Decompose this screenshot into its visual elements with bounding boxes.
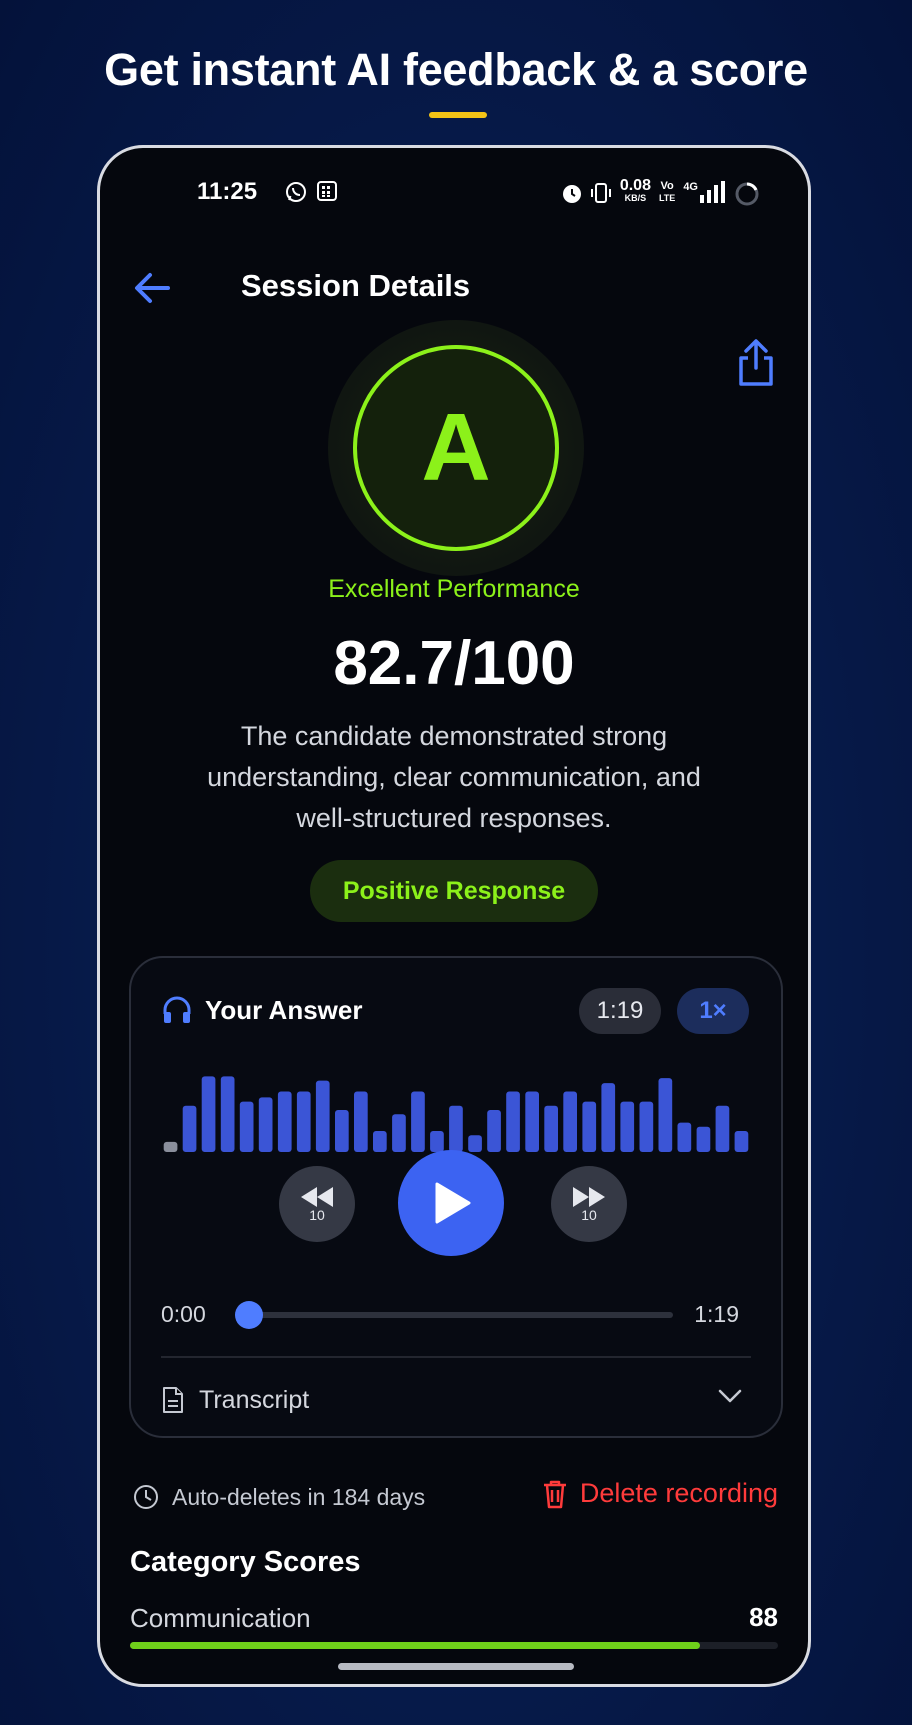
- battery-ring-icon: [734, 181, 759, 206]
- category-label: Communication: [130, 1603, 311, 1633]
- auto-delete-text: Auto-deletes in 184 days: [172, 1483, 426, 1510]
- waveform-bar: [182, 1105, 197, 1152]
- network-type: 4G: [683, 181, 698, 193]
- volte-icon: Vo LTE: [659, 180, 675, 204]
- home-indicator[interactable]: [338, 1663, 574, 1670]
- feedback-summary: The candidate demonstrated strong unders…: [207, 721, 701, 833]
- skip-back-seconds: 10: [309, 1207, 325, 1223]
- waveform-bar: [296, 1091, 311, 1152]
- data-speed-icon: 0.08 KB/S: [619, 177, 651, 204]
- play-icon: [435, 1182, 471, 1224]
- waveform-bar: [506, 1091, 520, 1152]
- volte-bottom: LTE: [658, 193, 676, 203]
- waveform-bar: [220, 1076, 235, 1152]
- performance-label: Excellent Performance: [328, 575, 580, 603]
- waveform-bar: [525, 1091, 539, 1152]
- grade-badge: A: [353, 345, 559, 551]
- seek-track[interactable]: [243, 1312, 673, 1318]
- card-header: Your Answer: [161, 994, 362, 1026]
- headline-underline: [429, 112, 487, 118]
- skip-forward-button[interactable]: 10: [551, 1166, 627, 1242]
- category-bar-fill: [130, 1642, 701, 1649]
- fast-forward-icon: [573, 1187, 605, 1207]
- page-title: Session Details: [241, 268, 471, 303]
- waveform-bar: [658, 1078, 673, 1152]
- waveform-bar: [715, 1105, 730, 1152]
- data-speed-value: 0.08: [619, 177, 651, 194]
- waveform-bar: [354, 1091, 368, 1152]
- answer-player-card: Your Answer 1:19 1× 10 10 0:00 1:19 Tran…: [129, 956, 783, 1438]
- waveform-bar: [601, 1083, 616, 1152]
- waveform-bar: [201, 1076, 216, 1152]
- waveform-bar: [487, 1110, 501, 1152]
- headphones-icon: [163, 996, 191, 1023]
- waveform-bar: [544, 1105, 558, 1152]
- waveform-bar: [620, 1101, 635, 1152]
- audio-waveform[interactable]: [161, 1062, 751, 1152]
- delete-recording-label: Delete recording: [579, 1478, 778, 1508]
- waveform-bar: [277, 1091, 292, 1152]
- skip-back-button[interactable]: 10: [279, 1166, 355, 1242]
- document-icon: [163, 1387, 183, 1413]
- card-title: Your Answer: [205, 994, 363, 1025]
- seek-thumb[interactable]: [235, 1301, 263, 1329]
- play-button[interactable]: [398, 1150, 504, 1256]
- waveform-bar: [563, 1091, 577, 1152]
- waveform-bar: [392, 1114, 406, 1152]
- clock-icon: [134, 1485, 158, 1509]
- category-score: 88: [749, 1602, 778, 1632]
- arrow-left-icon: [135, 273, 170, 303]
- waveform-bar: [315, 1080, 330, 1152]
- alarm-icon: [560, 181, 582, 203]
- duration-chip: 1:19: [579, 988, 661, 1034]
- volte-top: Vo: [660, 180, 674, 192]
- total-time: 1:19: [694, 1301, 739, 1327]
- back-button[interactable]: [130, 266, 174, 310]
- waveform-bar: [411, 1091, 425, 1152]
- transcript-toggle[interactable]: Transcript: [161, 1376, 751, 1424]
- share-icon: [739, 339, 773, 386]
- overall-score: 82.7/100: [333, 629, 575, 698]
- trash-icon: [543, 1480, 566, 1508]
- top-app-bar: Session Details: [100, 248, 808, 320]
- waveform-bar: [335, 1110, 349, 1152]
- share-button[interactable]: [734, 338, 778, 388]
- waveform-bar: [258, 1097, 273, 1152]
- current-time: 0:00: [161, 1301, 206, 1327]
- sentiment-badge: Positive Response: [310, 860, 598, 922]
- category-bar: [130, 1642, 778, 1649]
- waveform-bar: [239, 1101, 254, 1152]
- waveform-bar: [582, 1101, 597, 1152]
- grade-letter: A: [421, 394, 491, 501]
- status-time: 11:25: [197, 178, 258, 205]
- skip-forward-seconds: 10: [581, 1207, 597, 1223]
- delete-recording-button[interactable]: Delete recording: [542, 1478, 778, 1509]
- headline: Get instant AI feedback & a score: [104, 44, 808, 95]
- playback-controls: 10 10: [131, 1148, 781, 1258]
- waveform-bar: [449, 1105, 463, 1152]
- status-right-icons: 0.08 KB/S Vo LTE 4G: [560, 177, 759, 206]
- status-left-icons: [284, 180, 338, 202]
- rewind-icon: [301, 1187, 333, 1207]
- auto-delete-notice: Auto-deletes in 184 days: [132, 1483, 425, 1511]
- signal-icon: 4G: [683, 181, 726, 203]
- card-divider: [161, 1356, 751, 1358]
- waveform-bar: [639, 1101, 654, 1152]
- vibrate-icon: [590, 181, 612, 203]
- playback-speed-button[interactable]: 1×: [677, 988, 749, 1034]
- transcript-label: Transcript: [199, 1385, 310, 1414]
- phone-frame: 11:25 0.08 KB/S Vo LTE 4G Session Detail…: [97, 145, 811, 1687]
- calendar-grid-icon: [316, 180, 338, 202]
- seek-row: 0:00 1:19: [161, 1295, 751, 1335]
- category-scores-title: Category Scores: [130, 1546, 361, 1578]
- whatsapp-icon: [284, 180, 306, 202]
- chevron-down-icon: [718, 1389, 742, 1403]
- status-bar: 11:25 0.08 KB/S Vo LTE 4G: [100, 178, 808, 210]
